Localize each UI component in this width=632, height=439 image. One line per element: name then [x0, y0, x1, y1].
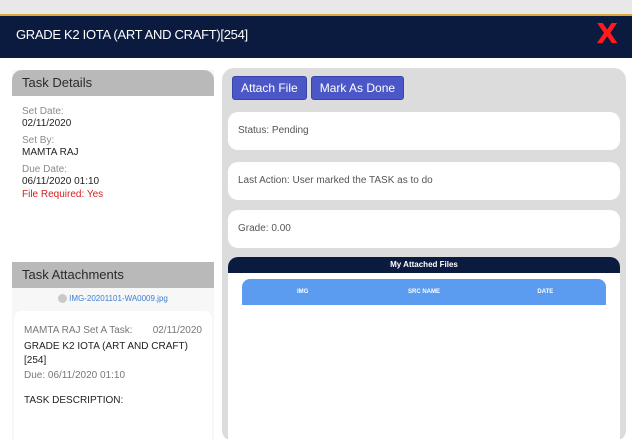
set-by-value: MAMTA RAJ — [22, 147, 79, 158]
task-card-name: GRADE K2 IOTA (ART AND CRAFT) [254] — [24, 341, 188, 367]
task-set-line: MAMTA RAJ Set A Task: — [24, 325, 133, 337]
task-attachments-heading: Task Attachments — [12, 262, 214, 288]
file-icon — [58, 294, 68, 304]
title-bar: GRADE K2 IOTA (ART AND CRAFT)[254] X — [0, 0, 632, 58]
modal-body: Task Details Set Date: 02/11/2020 Set By… — [0, 58, 632, 439]
attachment-link[interactable]: IMG-20201101-WA0009.jpg — [12, 294, 214, 304]
close-icon[interactable]: X — [596, 20, 618, 48]
task-card: MAMTA RAJ Set A Task: 02/11/2020 GRADE K… — [14, 311, 212, 439]
last-action-card: Last Action: User marked the TASK as to … — [228, 162, 620, 200]
task-card-date: 02/11/2020 — [152, 325, 202, 337]
file-required: File Required: Yes — [22, 189, 104, 200]
set-date-value: 02/11/2020 — [22, 118, 72, 129]
files-table-header: IMG SRC NAME DATE — [242, 279, 606, 305]
mark-as-done-button[interactable]: Mark As Done — [310, 76, 405, 100]
task-details: Set Date: 02/11/2020 Set By: MAMTA RAJ D… — [12, 96, 214, 262]
window-title: GRADE K2 IOTA (ART AND CRAFT)[254] — [16, 27, 248, 42]
due-date-label: Due Date: — [22, 164, 68, 175]
attach-file-button[interactable]: Attach File — [232, 76, 307, 100]
task-description-label: TASK DESCRIPTION: — [24, 395, 124, 407]
modal-window: GRADE K2 IOTA (ART AND CRAFT)[254] X Tas… — [0, 0, 632, 439]
set-by-label: Set By: — [22, 135, 55, 146]
attached-files-panel: My Attached Files IMG SRC NAME DATE — [228, 257, 620, 439]
attachment-file-name: IMG-20201101-WA0009.jpg — [69, 294, 168, 303]
column-img: IMG — [296, 289, 309, 295]
status-card: Status: Pending — [228, 112, 620, 150]
task-details-heading: Task Details — [12, 70, 214, 96]
task-card-due: Due: 06/11/2020 01:10 — [24, 370, 126, 382]
column-date: DATE — [537, 289, 554, 295]
left-panel: Task Details Set Date: 02/11/2020 Set By… — [12, 70, 214, 439]
due-date-value: 06/11/2020 01:10 — [22, 176, 100, 187]
attached-files-heading: My Attached Files — [228, 257, 620, 273]
title-accent — [0, 0, 632, 16]
column-src-name: SRC NAME — [407, 289, 440, 295]
action-bar: Attach File Mark As Done — [232, 76, 405, 100]
grade-card: Grade: 0.00 — [228, 210, 620, 248]
right-panel: Attach File Mark As Done Status: Pending… — [222, 68, 626, 439]
set-date-label: Set Date: — [22, 106, 64, 117]
